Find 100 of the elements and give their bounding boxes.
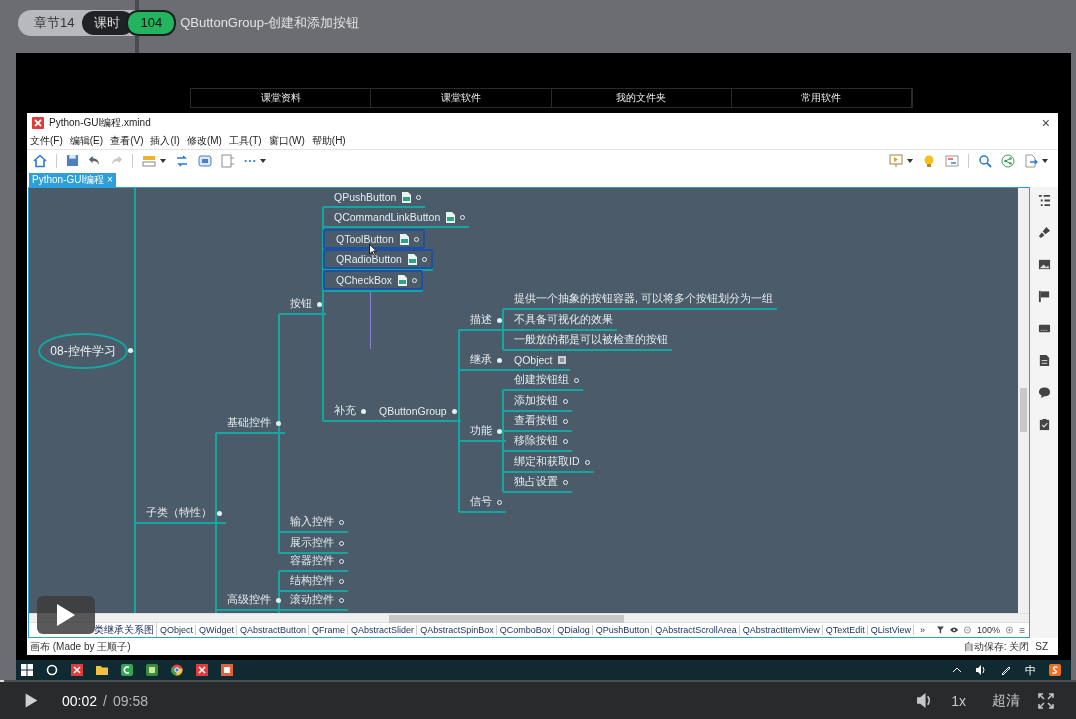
speaker-icon[interactable] bbox=[975, 664, 987, 676]
share-icon[interactable] bbox=[1001, 154, 1015, 168]
folder-tab[interactable]: 课堂资料 bbox=[191, 89, 372, 107]
collapse-dot-icon[interactable] bbox=[276, 597, 281, 603]
search-icon[interactable] bbox=[978, 154, 992, 168]
lightbulb-icon[interactable] bbox=[922, 154, 936, 168]
topic[interactable]: QRadioButton bbox=[323, 249, 433, 270]
vertical-scrollbar[interactable] bbox=[1018, 188, 1029, 614]
topic[interactable]: QPushButton bbox=[323, 188, 426, 209]
sogou-icon[interactable] bbox=[1049, 664, 1061, 676]
collapse-dot-icon[interactable] bbox=[497, 317, 502, 323]
horizontal-scrollbar[interactable] bbox=[29, 613, 1029, 623]
topic[interactable]: 结构控件 bbox=[279, 572, 348, 593]
folder-tab[interactable]: 我的文件夹 bbox=[551, 89, 732, 107]
caret-icon[interactable] bbox=[160, 159, 166, 163]
sheet-tab[interactable]: QAbstractButton bbox=[238, 625, 310, 636]
outline-icon[interactable] bbox=[1037, 194, 1051, 208]
collapse-dot-icon[interactable] bbox=[276, 420, 281, 426]
folder-tab[interactable]: 常用软件 bbox=[731, 89, 912, 107]
topic[interactable]: 输入控件 bbox=[279, 513, 348, 534]
sheet-tab[interactable]: QWidget bbox=[197, 625, 238, 636]
topic[interactable]: 展示控件 bbox=[279, 534, 348, 555]
sheet-tab[interactable]: QAbstractScrollArea bbox=[653, 625, 740, 636]
menu-item[interactable]: 文件(F) bbox=[30, 133, 63, 148]
flag-icon[interactable] bbox=[1037, 290, 1051, 304]
caret-icon[interactable] bbox=[907, 159, 913, 163]
more-icon[interactable] bbox=[244, 159, 256, 163]
topic[interactable]: QButtonGroup bbox=[368, 402, 461, 423]
search-circle-icon[interactable] bbox=[46, 664, 58, 676]
topic[interactable]: 绑定和获取ID bbox=[503, 453, 594, 474]
topic[interactable]: 描述 bbox=[459, 311, 506, 332]
sheet-tab[interactable]: QAbstractSlider bbox=[349, 625, 418, 636]
play-overlay-button[interactable] bbox=[37, 596, 95, 634]
topic[interactable]: 滚动控件 bbox=[279, 591, 348, 612]
collapse-dot-icon[interactable] bbox=[217, 510, 222, 516]
topic[interactable]: 功能 bbox=[459, 422, 506, 443]
collapse-dot-icon[interactable] bbox=[497, 357, 502, 363]
sheet-tab[interactable]: QFrame bbox=[310, 625, 349, 636]
play-icon[interactable] bbox=[25, 693, 38, 708]
home-icon[interactable] bbox=[33, 154, 47, 168]
zoom-out-icon[interactable] bbox=[964, 625, 971, 636]
topic[interactable]: QToolButton bbox=[323, 229, 425, 250]
collapse-dot-icon[interactable] bbox=[497, 428, 502, 434]
topic[interactable]: 高级控件 bbox=[216, 591, 285, 612]
xmind-app-icon[interactable] bbox=[196, 664, 208, 676]
collapse-dot-icon[interactable] bbox=[128, 348, 133, 354]
image-icon[interactable] bbox=[1037, 258, 1051, 272]
folder-tab[interactable]: 课堂软件 bbox=[371, 89, 552, 107]
menu-item[interactable]: 查看(V) bbox=[110, 133, 144, 148]
chevron-up-icon[interactable] bbox=[952, 667, 962, 673]
input-method-indicator[interactable]: 中 bbox=[1025, 662, 1036, 678]
task-icon[interactable] bbox=[1037, 418, 1051, 432]
topic[interactable]: 子类（特性） bbox=[135, 504, 226, 525]
sheet-tab[interactable]: QObject bbox=[158, 625, 196, 636]
sheet-tab[interactable]: QAbstractItemView bbox=[740, 625, 823, 636]
topic[interactable]: 提供一个抽象的按钮容器, 可以将多个按钮划分为一组 bbox=[503, 290, 777, 311]
xmind-app-icon[interactable] bbox=[71, 664, 83, 676]
browser-icon[interactable] bbox=[171, 664, 183, 676]
topic[interactable]: 补充 bbox=[323, 402, 370, 423]
central-topic[interactable]: 08-控件学习 bbox=[38, 333, 128, 370]
comment-icon[interactable] bbox=[1037, 386, 1051, 400]
topic[interactable]: 创建按钮组 bbox=[503, 371, 583, 392]
zoom-in-icon[interactable] bbox=[1006, 625, 1013, 636]
topic[interactable]: QCommandLinkButton bbox=[323, 208, 470, 229]
topic[interactable]: 移除按钮 bbox=[503, 432, 572, 453]
topic[interactable]: QCheckBox bbox=[323, 270, 424, 291]
notes-icon[interactable] bbox=[1037, 354, 1051, 368]
topic[interactable]: 继承 bbox=[459, 351, 506, 372]
sheet-tab[interactable]: QDialog bbox=[555, 625, 593, 636]
topic[interactable]: QObject bbox=[503, 351, 570, 372]
topic[interactable]: 容器控件 bbox=[279, 552, 348, 573]
menu-icon[interactable] bbox=[1018, 625, 1025, 635]
topic[interactable]: 一般放的都是可以被检查的按钮 bbox=[503, 331, 672, 352]
speed-button[interactable]: 1x bbox=[943, 692, 974, 709]
folder-icon[interactable] bbox=[96, 664, 108, 676]
topic[interactable]: 不具备可视化的效果 bbox=[503, 311, 617, 332]
topic[interactable]: 查看按钮 bbox=[503, 412, 572, 433]
menu-item[interactable]: 修改(M) bbox=[186, 133, 222, 148]
app-icon[interactable] bbox=[146, 664, 158, 676]
topic[interactable]: 独占设置 bbox=[503, 473, 572, 494]
caret-icon[interactable] bbox=[260, 159, 266, 163]
collapse-dot-icon[interactable] bbox=[451, 408, 457, 414]
menu-item[interactable]: 插入(I) bbox=[150, 133, 180, 148]
collapse-dot-icon[interactable] bbox=[317, 301, 322, 307]
sheet-tab[interactable]: QPushButton bbox=[593, 625, 653, 636]
export-icon[interactable] bbox=[1024, 154, 1038, 168]
caret-icon[interactable] bbox=[1042, 159, 1048, 163]
menu-item[interactable]: 窗口(W) bbox=[268, 133, 305, 148]
topic[interactable]: 按钮 bbox=[279, 295, 326, 316]
menu-item[interactable]: 编辑(E) bbox=[69, 133, 104, 148]
eye-icon[interactable] bbox=[949, 626, 959, 635]
windows-start-icon[interactable] bbox=[21, 664, 33, 676]
relationship-icon[interactable] bbox=[175, 154, 189, 168]
topic[interactable]: 添加按钮 bbox=[503, 392, 572, 413]
sheet-tab[interactable]: QAbstractSpinBox bbox=[418, 625, 497, 636]
menu-item[interactable]: 帮助(H) bbox=[311, 133, 346, 148]
fullscreen-icon[interactable] bbox=[1038, 692, 1054, 709]
boundary-icon[interactable] bbox=[198, 154, 212, 168]
topic[interactable]: 基础控件 bbox=[216, 414, 285, 435]
menu-item[interactable]: 工具(T) bbox=[228, 133, 262, 148]
